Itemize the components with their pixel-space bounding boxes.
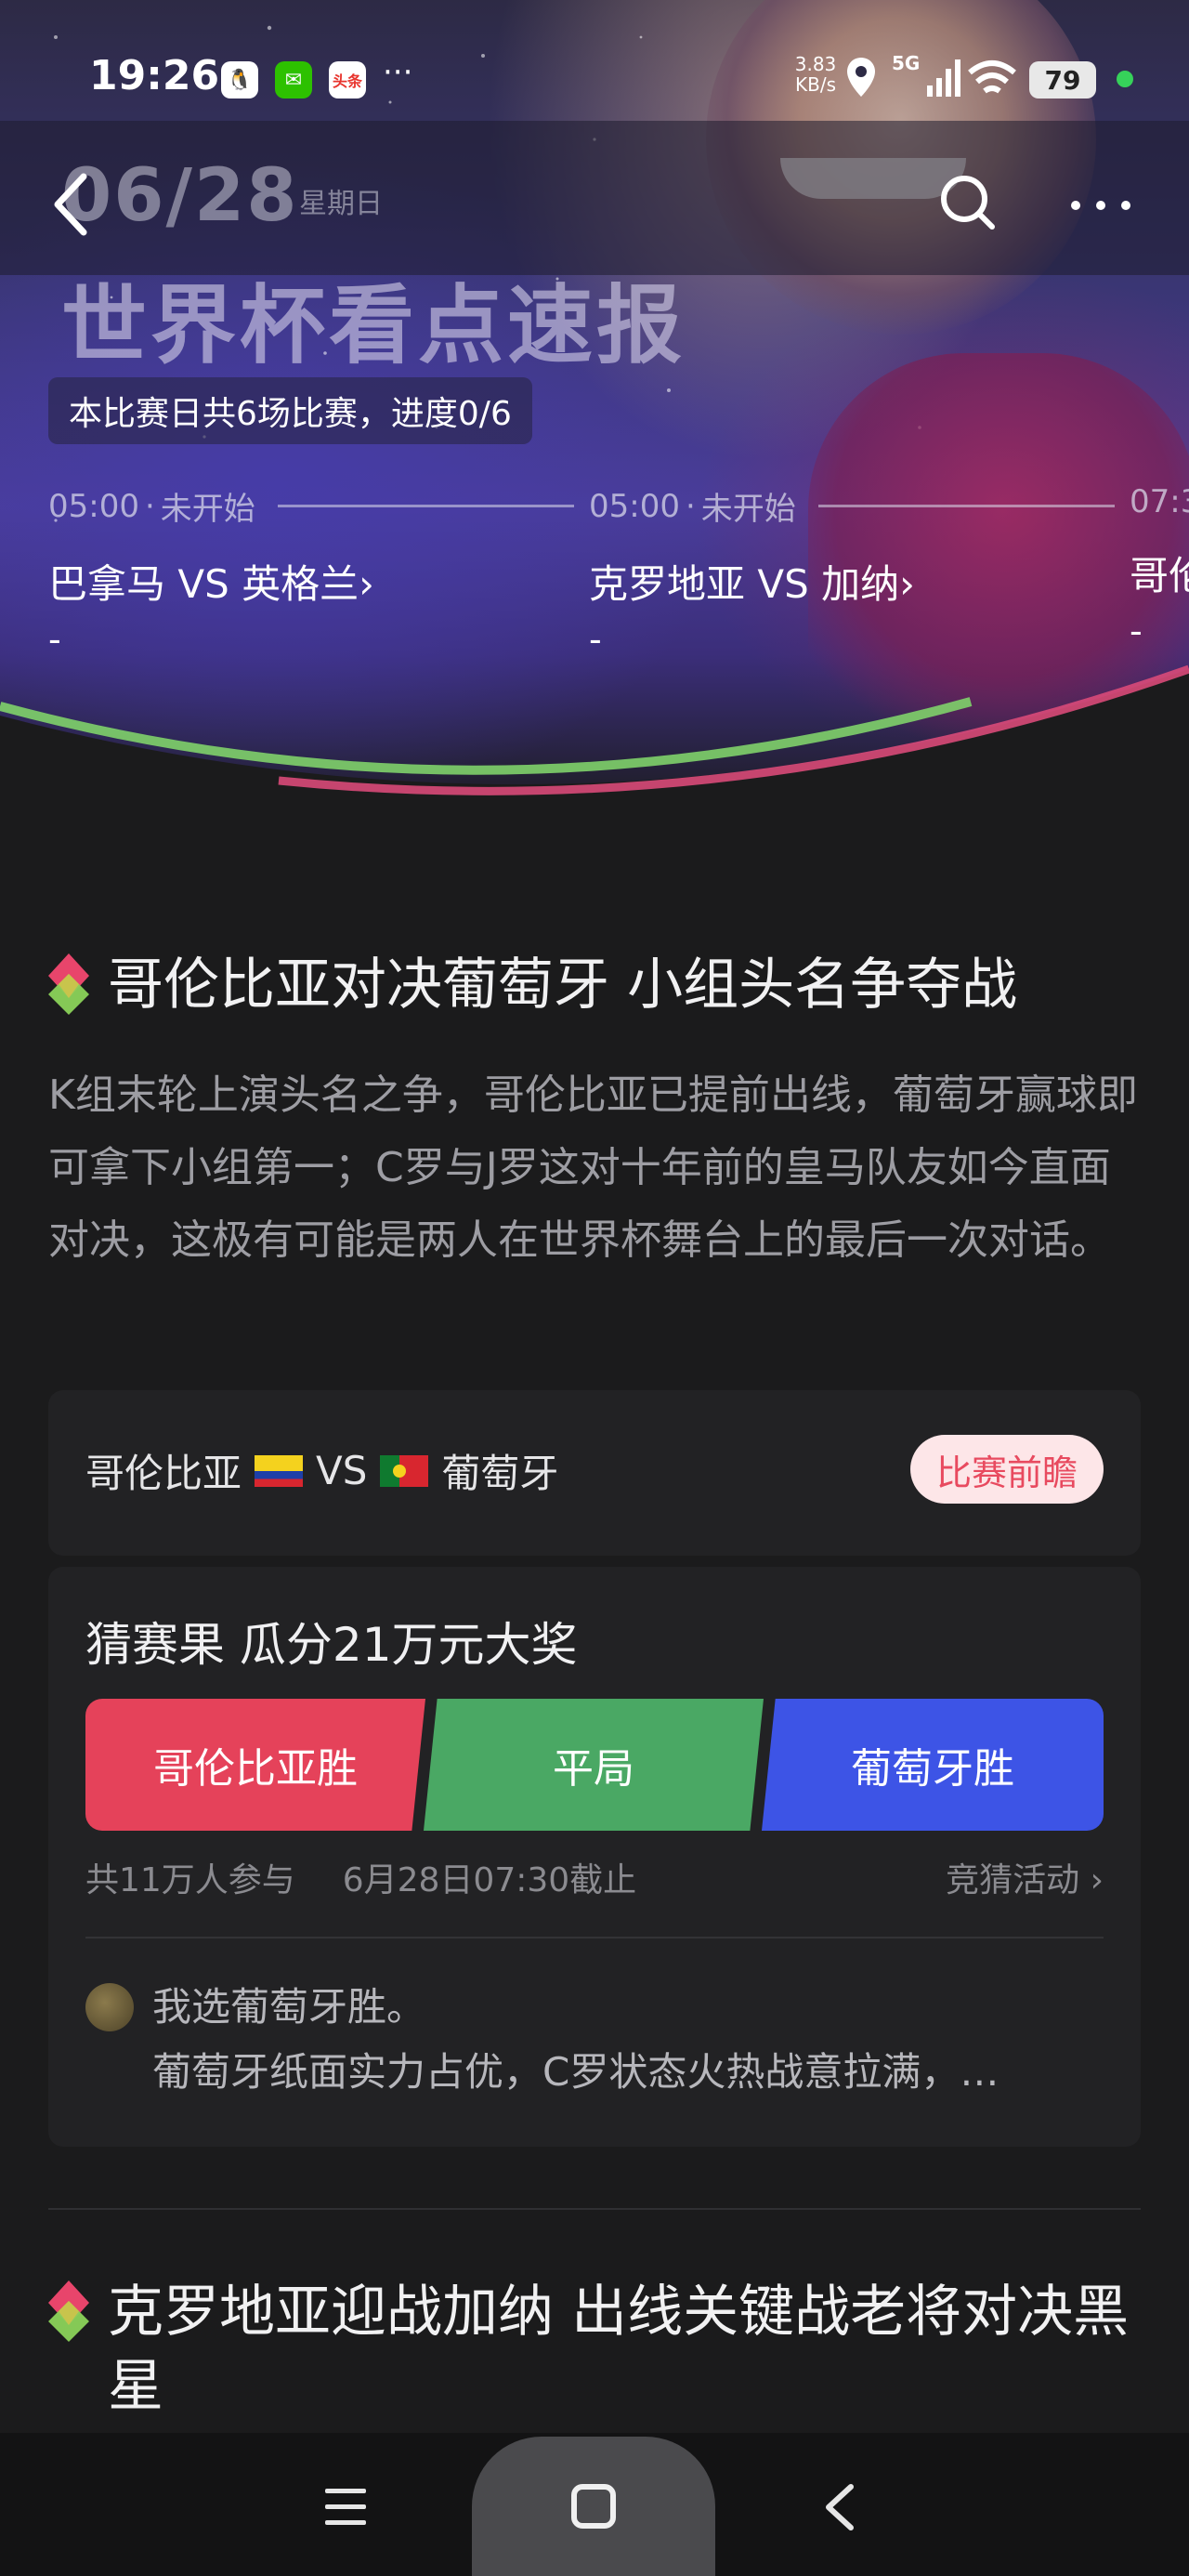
comment-pick: 我选葡萄牙胜。	[152, 1984, 426, 2030]
colombia-win-button[interactable]: 哥伦比亚胜	[85, 1699, 425, 1831]
match-card[interactable]: 哥伦比亚 VS 葡萄牙 比赛前瞻	[48, 1390, 1141, 1556]
match-item[interactable]: 05:00 · 未开始 巴拿马 VS 英格兰› -	[48, 483, 587, 651]
match-status: 未开始	[700, 491, 796, 528]
back-nav-icon[interactable]	[821, 2481, 858, 2533]
location-icon	[847, 58, 875, 97]
article-title-text: 克罗地亚迎战加纳 出线关键战老将对决黑星	[108, 2280, 1130, 2419]
home-icon[interactable]	[570, 2483, 617, 2530]
deadline: 6月28日07:30截止	[342, 1861, 637, 1899]
match-score: -	[48, 619, 61, 651]
match-time: 05:00	[48, 487, 139, 525]
match-item[interactable]: 07:3 哥伦 -	[1130, 483, 1189, 651]
match-score: -	[1130, 611, 1143, 651]
net-speed: 3.83 KB/s	[794, 53, 837, 96]
hero-title: 世界杯看点速报	[61, 276, 686, 375]
status-time: 19:26	[89, 52, 220, 99]
article-title-text: 哥伦比亚对决葡萄牙 小组头名争夺战	[108, 953, 1018, 1018]
diamond-icon	[48, 953, 89, 1015]
article-title: 克罗地亚迎战加纳 出线关键战老将对决黑星	[48, 2275, 1144, 2424]
qq-icon: 🐧	[221, 61, 258, 99]
article-title: 哥伦比亚对决葡萄牙 小组头名争夺战	[48, 948, 1017, 1022]
match-preview-button[interactable]: 比赛前瞻	[909, 1435, 1104, 1504]
privacy-dot	[1117, 71, 1133, 87]
more-options-icon[interactable]	[1068, 191, 1133, 219]
weekday-label: 星期日	[299, 188, 383, 220]
draw-button[interactable]: 平局	[424, 1699, 764, 1831]
vs-label: VS	[316, 1448, 368, 1493]
participants-count: 共11万人参与	[85, 1861, 295, 1899]
prediction-title: 猜赛果 瓜分21万元大奖	[85, 1618, 578, 1672]
match-time: 07:3	[1130, 483, 1189, 520]
wechat-icon: ✉	[275, 61, 312, 99]
away-team: 葡萄牙	[441, 1451, 559, 1496]
wifi-icon	[968, 60, 1016, 94]
match-item[interactable]: 05:00 · 未开始 克罗地亚 VS 加纳› -	[589, 483, 1128, 651]
prediction-meta: 共11万人参与 6月28日07:30截止	[85, 1853, 636, 1901]
match-schedule-strip[interactable]: 05:00 · 未开始 巴拿马 VS 英格兰› - 05:00 · 未开始 克罗地亚 V…	[48, 483, 1189, 651]
battery-indicator: 79	[1029, 61, 1096, 99]
match-score: -	[589, 619, 602, 651]
back-icon[interactable]	[46, 167, 98, 242]
match-time: 05:00	[589, 487, 680, 525]
match-teams: 哥伦	[1130, 553, 1189, 598]
quiz-activity-link[interactable]: 竞猜活动 ›	[946, 1853, 1104, 1901]
section-divider	[48, 2208, 1141, 2210]
match-teams: 巴拿马 VS 英格兰›	[48, 561, 374, 607]
matchday-progress: 本比赛日共6场比赛，进度0/6	[48, 377, 532, 444]
menu-icon[interactable]	[323, 2487, 368, 2528]
portugal-flag-icon	[380, 1454, 429, 1487]
home-team: 哥伦比亚	[85, 1451, 242, 1496]
article-description: K组末轮上演头名之争，哥伦比亚已提前出线，葡萄牙赢球即可拿下小组第一；C罗与J罗…	[48, 1071, 1138, 1264]
colombia-flag-icon	[255, 1454, 304, 1487]
search-icon[interactable]	[938, 173, 998, 232]
match-teams: 克罗地亚 VS 加纳›	[589, 561, 915, 607]
avatar[interactable]	[85, 1983, 134, 2031]
signal-icon	[927, 59, 960, 97]
match-status: 未开始	[160, 491, 255, 528]
toutiao-icon: 头条	[329, 61, 366, 99]
divider	[85, 1937, 1104, 1939]
diamond-icon	[48, 2280, 89, 2342]
matchup: 哥伦比亚 VS 葡萄牙	[85, 1442, 558, 1499]
comment-text[interactable]: 葡萄牙纸面实力占优，C罗状态火热战意拉满，…	[152, 2041, 1100, 2097]
portugal-win-button[interactable]: 葡萄牙胜	[762, 1699, 1104, 1831]
more-notifications-icon: ···	[383, 54, 413, 91]
prediction-card: 猜赛果 瓜分21万元大奖 哥伦比亚胜 平局 葡萄牙胜 共11万人参与 6月28日…	[48, 1567, 1141, 2147]
